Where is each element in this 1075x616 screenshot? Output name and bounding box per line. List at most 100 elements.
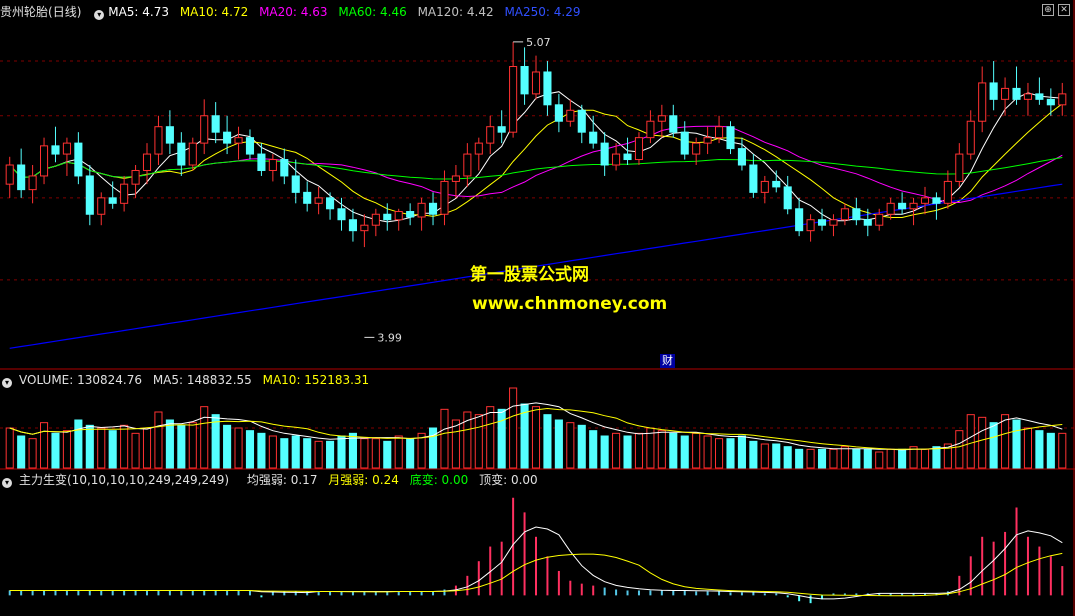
candle-body — [440, 180, 449, 215]
candle-body — [875, 213, 884, 226]
candle-body — [612, 153, 621, 166]
ma250-value: MA250: 4.29 — [504, 5, 581, 19]
volume-bar — [646, 427, 655, 469]
expand-icon[interactable]: ⊕ — [1042, 4, 1054, 16]
volume-bar — [566, 422, 575, 469]
stock-name: 贵州轮胎 — [0, 5, 49, 19]
volume-bar — [852, 448, 861, 469]
volume-bar — [1035, 430, 1044, 469]
candle-body — [966, 120, 975, 155]
candle-body — [646, 120, 655, 139]
volume-bar — [749, 440, 758, 469]
candle-body — [417, 202, 426, 218]
chevron-down-icon[interactable]: ▾ — [94, 10, 105, 20]
volume-bar — [188, 422, 197, 469]
volume-bar — [989, 422, 998, 469]
volume-bar — [406, 438, 415, 469]
volume-bar — [165, 419, 174, 469]
candle-body — [188, 142, 197, 166]
watermark-url: www.chnmoney.com — [472, 294, 668, 314]
candle-body — [39, 145, 49, 177]
chevron-down-icon[interactable]: ▾ — [2, 378, 12, 388]
candle-body — [337, 208, 346, 221]
volume-bar — [474, 414, 483, 469]
candle-body — [131, 169, 140, 185]
watermark-title: 第一股票公式网 — [470, 265, 589, 285]
candle-body — [280, 159, 289, 177]
candle-body — [577, 109, 586, 133]
finance-badge[interactable]: 财 — [660, 354, 675, 368]
candle-body — [543, 71, 552, 106]
candle-body — [554, 104, 563, 122]
volume-bar — [795, 448, 804, 469]
candle-body — [509, 66, 518, 133]
candle-body — [692, 142, 701, 155]
volume-bar — [39, 422, 49, 469]
volume-bar — [131, 432, 140, 469]
volume-bar — [394, 435, 403, 469]
candle-body — [234, 137, 243, 144]
volume-bar — [612, 432, 621, 469]
candle-body — [406, 211, 415, 218]
candle-body — [817, 219, 827, 226]
candle-body — [486, 126, 495, 144]
candle-body — [978, 82, 987, 122]
volume-bar — [600, 435, 609, 469]
volume-bar — [589, 430, 598, 469]
candle-body — [326, 197, 335, 210]
volume-bar — [978, 416, 987, 469]
ma10-line — [9, 103, 1063, 218]
volume-bar — [1001, 414, 1010, 469]
volume-bar — [543, 414, 552, 469]
ma5-value: MA5: 4.73 — [108, 5, 169, 19]
candle-body — [17, 164, 26, 191]
volume-bar — [840, 446, 849, 469]
volume-bar — [200, 406, 209, 469]
volume-bar — [326, 440, 335, 469]
chevron-down-icon[interactable]: ▾ — [2, 478, 12, 488]
volume-bar — [737, 435, 746, 469]
ma5-line — [9, 91, 1063, 223]
candle-body — [291, 175, 300, 193]
volume-bar — [314, 440, 323, 469]
volume-bar — [875, 451, 884, 469]
volume-bar — [85, 424, 94, 469]
indicator-bars — [8, 497, 1064, 604]
candle-body — [51, 145, 60, 155]
candle-body — [989, 82, 998, 100]
volume-bar — [440, 408, 449, 469]
volume-bar — [955, 430, 964, 469]
candle-body — [154, 126, 163, 155]
candle-body — [451, 175, 460, 182]
volume-bar — [337, 435, 346, 469]
candle-body — [943, 180, 952, 204]
volume-ma5-value: MA5: 148832.55 — [152, 373, 252, 387]
candle-body — [428, 202, 438, 215]
ma10-value: MA10: 4.72 — [179, 5, 249, 19]
volume-bar — [817, 448, 827, 469]
candle-body — [657, 115, 666, 122]
volume-bar — [920, 448, 930, 469]
candle-body — [1058, 93, 1067, 106]
volume-bar — [623, 435, 632, 469]
volume-bar — [360, 438, 369, 469]
candle-body — [749, 164, 758, 193]
close-icon[interactable]: ✕ — [1058, 4, 1070, 16]
candle-body — [932, 197, 941, 204]
candle-body — [829, 219, 838, 226]
ma120-value: MA120: 4.42 — [417, 5, 494, 19]
volume-value: VOLUME: 130824.76 — [19, 373, 142, 387]
high-marker-label: 5.07 — [526, 36, 551, 49]
volume-bar — [108, 430, 117, 469]
candle-body — [909, 202, 918, 210]
volume-bar — [142, 427, 152, 469]
volume-bar — [577, 424, 586, 469]
volume-bar — [692, 432, 701, 469]
volume-bar — [234, 427, 243, 469]
volume-bar — [245, 430, 255, 469]
volume-bar — [51, 432, 60, 469]
candle-body — [634, 137, 644, 161]
volume-bar — [772, 443, 781, 469]
volume-bar — [223, 424, 232, 469]
volume-bar — [62, 430, 71, 469]
